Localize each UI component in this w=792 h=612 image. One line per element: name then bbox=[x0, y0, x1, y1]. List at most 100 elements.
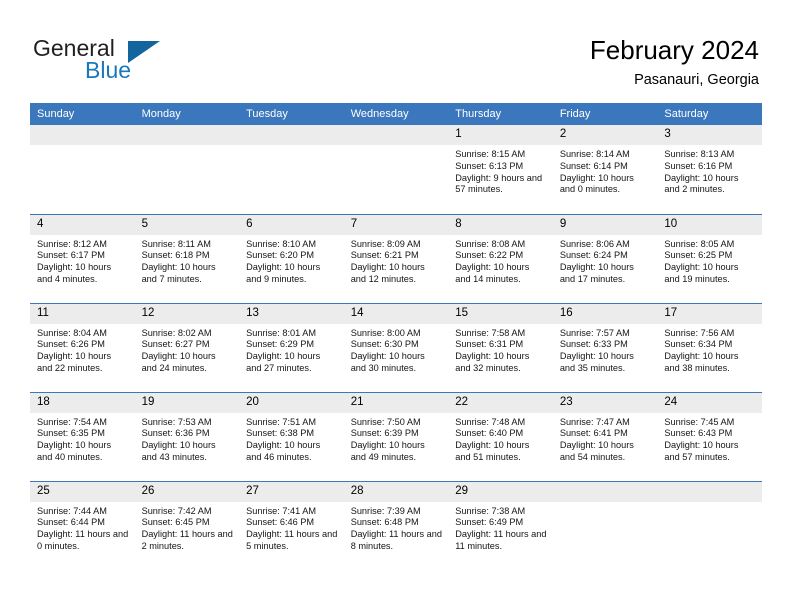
daylight-text: Daylight: 9 hours and 57 minutes. bbox=[455, 172, 543, 195]
sunset-text: Sunset: 6:36 PM bbox=[141, 428, 210, 439]
sunrise-text: Sunrise: 8:15 AM bbox=[455, 149, 526, 159]
calendar-day-cell[interactable]: 23 Sunrise: 7:47 AM Sunset: 6:41 PM Dayligh… bbox=[552, 391, 658, 481]
daylight-text: Daylight: 10 hours and 51 minutes. bbox=[455, 440, 530, 462]
day-sun-info: Sunrise: 8:09 AM Sunset: 6:21 PM Daylight:… bbox=[344, 235, 449, 286]
day-sun-info: Sunrise: 8:05 AM Sunset: 6:25 PM Daylight:… bbox=[657, 235, 762, 286]
calendar-day-cell[interactable]: 12 Sunrise: 8:02 AM Sunset: 6:27 PM Dayligh… bbox=[134, 302, 240, 392]
calendar-day-cell[interactable]: 1 Sunrise: 8:15 AM Sunset: 6:13 PM Daylight… bbox=[448, 125, 553, 214]
calendar-day-cell[interactable]: 6 Sunrise: 8:10 AM Sunset: 6:20 PM Daylight… bbox=[239, 213, 344, 303]
sunrise-text: Sunrise: 7:41 AM bbox=[246, 505, 317, 516]
calendar-day-cell[interactable]: 20 Sunrise: 7:51 AM Sunset: 6:38 PM Dayligh… bbox=[239, 391, 344, 481]
calendar-day-cell[interactable]: 14 Sunrise: 8:00 AM Sunset: 6:30 PM Dayligh… bbox=[343, 302, 449, 392]
daylight-text: Daylight: 10 hours and 4 minutes. bbox=[37, 262, 112, 284]
calendar-day-cell[interactable]: 25 Sunrise: 7:44 AM Sunset: 6:44 PM Dayligh… bbox=[30, 480, 135, 570]
calendar-day-cell-empty bbox=[30, 125, 135, 214]
day-number: 14 bbox=[343, 303, 449, 324]
page-subtitle: Pasanauri, Georgia bbox=[634, 72, 759, 88]
calendar-day-cell[interactable]: 22 Sunrise: 7:48 AM Sunset: 6:40 PM Dayligh… bbox=[448, 391, 553, 481]
sunset-text: Sunset: 6:21 PM bbox=[350, 250, 419, 261]
daylight-text: Daylight: 10 hours and 7 minutes. bbox=[141, 262, 216, 284]
calendar-day-cell[interactable]: 26 Sunrise: 7:42 AM Sunset: 6:45 PM Dayligh… bbox=[134, 480, 240, 570]
sunrise-text: Sunrise: 7:51 AM bbox=[246, 416, 317, 427]
daylight-text: Daylight: 10 hours and 22 minutes. bbox=[37, 351, 112, 373]
day-number bbox=[657, 481, 762, 502]
day-sun-info: Sunrise: 7:39 AM Sunset: 6:48 PM Daylight:… bbox=[344, 502, 449, 553]
day-number: 25 bbox=[30, 481, 135, 502]
sunrise-text: Sunrise: 7:39 AM bbox=[350, 505, 421, 516]
calendar-day-cell[interactable]: 8 Sunrise: 8:08 AM Sunset: 6:22 PM Daylight… bbox=[448, 213, 553, 303]
day-sun-info: Sunrise: 7:41 AM Sunset: 6:46 PM Daylight:… bbox=[239, 502, 344, 553]
sunrise-text: Sunrise: 7:48 AM bbox=[455, 416, 526, 427]
weekday-header-wednesday: Wednesday bbox=[343, 103, 449, 125]
day-sun-info: Sunrise: 7:44 AM Sunset: 6:44 PM Daylight:… bbox=[30, 502, 135, 553]
day-number: 2 bbox=[552, 125, 658, 145]
sunrise-text: Sunrise: 7:54 AM bbox=[37, 416, 107, 427]
sunset-text: Sunset: 6:22 PM bbox=[455, 250, 524, 261]
sunrise-text: Sunrise: 7:44 AM bbox=[37, 505, 107, 516]
calendar-day-cell[interactable]: 11 Sunrise: 8:04 AM Sunset: 6:26 PM Dayligh… bbox=[30, 302, 135, 392]
day-sun-info: Sunrise: 8:02 AM Sunset: 6:27 PM Daylight:… bbox=[135, 324, 240, 375]
calendar-day-cell[interactable]: 5 Sunrise: 8:11 AM Sunset: 6:18 PM Daylight… bbox=[134, 213, 240, 303]
sunrise-text: Sunrise: 8:08 AM bbox=[455, 238, 526, 249]
day-number: 10 bbox=[657, 214, 762, 235]
calendar-week-row: 18 Sunrise: 7:54 AM Sunset: 6:35 PM Dayligh… bbox=[30, 391, 762, 481]
calendar-day-cell[interactable]: 24 Sunrise: 7:45 AM Sunset: 6:43 PM Dayligh… bbox=[657, 391, 762, 481]
weekday-header-sunday: Sunday bbox=[30, 103, 135, 125]
calendar-day-cell[interactable]: 17 Sunrise: 7:56 AM Sunset: 6:34 PM Dayligh… bbox=[657, 302, 762, 392]
sunset-text: Sunset: 6:48 PM bbox=[350, 517, 419, 528]
sunset-text: Sunset: 6:35 PM bbox=[37, 428, 105, 439]
sunset-text: Sunset: 6:43 PM bbox=[664, 428, 733, 439]
sunset-text: Sunset: 6:49 PM bbox=[455, 517, 524, 528]
calendar-day-cell[interactable]: 27 Sunrise: 7:41 AM Sunset: 6:46 PM Dayligh… bbox=[239, 480, 344, 570]
calendar-day-cell[interactable]: 21 Sunrise: 7:50 AM Sunset: 6:39 PM Dayligh… bbox=[343, 391, 449, 481]
calendar-day-cell[interactable]: 2 Sunrise: 8:14 AM Sunset: 6:14 PM Daylight… bbox=[552, 125, 658, 214]
daylight-text: Daylight: 10 hours and 27 minutes. bbox=[246, 351, 321, 373]
day-sun-info: Sunrise: 8:14 AM Sunset: 6:14 PM Daylight:… bbox=[553, 145, 658, 196]
sunset-text: Sunset: 6:45 PM bbox=[141, 517, 210, 528]
daylight-text: Daylight: 10 hours and 0 minutes. bbox=[559, 172, 634, 195]
calendar-day-cell[interactable]: 28 Sunrise: 7:39 AM Sunset: 6:48 PM Dayligh… bbox=[343, 480, 449, 570]
daylight-text: Daylight: 10 hours and 35 minutes. bbox=[559, 351, 634, 373]
sunrise-text: Sunrise: 8:06 AM bbox=[559, 238, 630, 249]
sunrise-text: Sunrise: 8:02 AM bbox=[141, 327, 212, 338]
sunrise-text: Sunrise: 8:11 AM bbox=[141, 238, 211, 249]
sunrise-text: Sunrise: 8:14 AM bbox=[559, 149, 630, 159]
day-number: 22 bbox=[448, 392, 553, 413]
sunrise-text: Sunrise: 7:45 AM bbox=[664, 416, 735, 427]
triangle-icon bbox=[128, 41, 160, 63]
calendar-day-cell[interactable]: 29 Sunrise: 7:38 AM Sunset: 6:49 PM Dayligh… bbox=[448, 480, 553, 570]
calendar-day-cell[interactable]: 10 Sunrise: 8:05 AM Sunset: 6:25 PM Dayligh… bbox=[657, 213, 762, 303]
calendar-day-cell[interactable]: 3 Sunrise: 8:13 AM Sunset: 6:16 PM Daylight… bbox=[657, 125, 762, 214]
sunrise-text: Sunrise: 7:56 AM bbox=[664, 327, 735, 338]
calendar-day-cell[interactable]: 4 Sunrise: 8:12 AM Sunset: 6:17 PM Daylight… bbox=[30, 213, 135, 303]
calendar-day-cell[interactable]: 7 Sunrise: 8:09 AM Sunset: 6:21 PM Daylight… bbox=[343, 213, 449, 303]
sunset-text: Sunset: 6:20 PM bbox=[246, 250, 315, 261]
sunrise-text: Sunrise: 8:04 AM bbox=[37, 327, 107, 338]
calendar-day-cell[interactable]: 16 Sunrise: 7:57 AM Sunset: 6:33 PM Dayligh… bbox=[552, 302, 658, 392]
general-blue-logo[interactable]: General Blue bbox=[33, 36, 233, 92]
day-number: 9 bbox=[552, 214, 658, 235]
day-sun-info: Sunrise: 7:50 AM Sunset: 6:39 PM Daylight:… bbox=[344, 413, 449, 464]
page-header: General Blue February 2024 Pasanauri, Ge… bbox=[0, 0, 792, 100]
calendar-day-cell[interactable]: 13 Sunrise: 8:01 AM Sunset: 6:29 PM Dayligh… bbox=[239, 302, 344, 392]
day-number: 6 bbox=[239, 214, 344, 235]
weekday-header-tuesday: Tuesday bbox=[239, 103, 344, 125]
day-number: 7 bbox=[343, 214, 449, 235]
calendar-day-cell[interactable]: 19 Sunrise: 7:53 AM Sunset: 6:36 PM Dayligh… bbox=[134, 391, 240, 481]
sunset-text: Sunset: 6:17 PM bbox=[37, 250, 105, 261]
day-sun-info: Sunrise: 7:56 AM Sunset: 6:34 PM Daylight:… bbox=[657, 324, 762, 375]
calendar-day-cell[interactable]: 18 Sunrise: 7:54 AM Sunset: 6:35 PM Dayligh… bbox=[30, 391, 135, 481]
calendar-day-cell[interactable]: 15 Sunrise: 7:58 AM Sunset: 6:31 PM Dayligh… bbox=[448, 302, 553, 392]
calendar-day-cell[interactable]: 9 Sunrise: 8:06 AM Sunset: 6:24 PM Daylight… bbox=[552, 213, 658, 303]
sunrise-text: Sunrise: 7:38 AM bbox=[455, 505, 526, 516]
sunset-text: Sunset: 6:46 PM bbox=[246, 517, 315, 528]
calendar-body: 1 Sunrise: 8:15 AM Sunset: 6:13 PM Daylight… bbox=[30, 125, 762, 570]
calendar-week-row: 11 Sunrise: 8:04 AM Sunset: 6:26 PM Dayligh… bbox=[30, 302, 762, 392]
day-number: 21 bbox=[343, 392, 449, 413]
sunrise-text: Sunrise: 8:13 AM bbox=[664, 149, 735, 159]
sunset-text: Sunset: 6:40 PM bbox=[455, 428, 524, 439]
day-sun-info: Sunrise: 7:57 AM Sunset: 6:33 PM Daylight:… bbox=[553, 324, 658, 375]
day-number: 3 bbox=[657, 125, 762, 145]
sunrise-text: Sunrise: 7:47 AM bbox=[559, 416, 630, 427]
sunset-text: Sunset: 6:24 PM bbox=[559, 250, 628, 261]
